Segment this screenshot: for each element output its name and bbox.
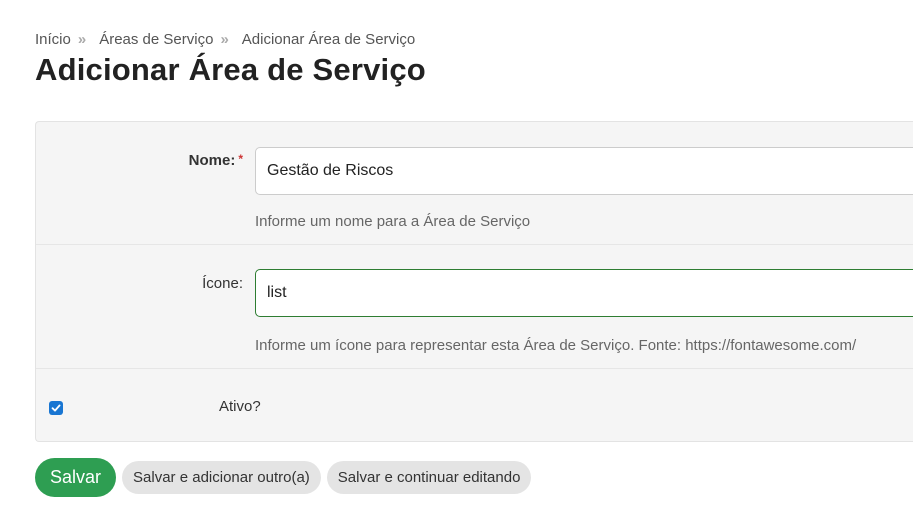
page: Início » Áreas de Serviço » Adicionar Ár… [0, 0, 913, 518]
name-label: Nome: * [189, 152, 243, 169]
breadcrumb-home-link[interactable]: Início [35, 31, 71, 48]
name-label-text: Nome: [188, 152, 236, 169]
form-row-name: Nome:* Informe um nome para a Área de Se… [36, 122, 913, 245]
page-title: Adicionar Área de Serviço [35, 52, 426, 87]
save-button[interactable]: Salvar [35, 458, 117, 497]
form-actions: Salvar Salvar e adicionar outro(a) Salva… [35, 458, 537, 497]
icon-input[interactable] [255, 269, 913, 317]
breadcrumb-separator: » [220, 31, 229, 48]
form-panel: Nome:* Informe um nome para a Área de Se… [35, 121, 913, 442]
breadcrumb: Início » Áreas de Serviço » Adicionar Ár… [35, 31, 415, 48]
save-and-add-another-button[interactable]: Salvar e adicionar outro(a) [122, 461, 321, 494]
icon-help-text: Informe um ícone para representar esta Á… [255, 337, 857, 354]
breadcrumb-current: Adicionar Área de Serviço [241, 31, 416, 48]
required-mark: * [238, 152, 243, 166]
name-input[interactable] [255, 147, 913, 195]
active-checkbox[interactable] [49, 401, 63, 415]
save-and-continue-editing-button[interactable]: Salvar e continuar editando [326, 461, 532, 494]
form-row-icon: Ícone: Informe um ícone para representar… [36, 245, 913, 369]
name-help-text: Informe um nome para a Área de Serviço [255, 213, 531, 230]
check-icon [51, 404, 61, 412]
breadcrumb-separator: » [77, 31, 87, 48]
active-label: Ativo? [219, 398, 261, 415]
icon-label: Ícone: [202, 275, 243, 292]
breadcrumb-service-areas-link[interactable]: Áreas de Serviço [99, 31, 213, 48]
form-row-active: Ativo? [36, 369, 913, 443]
